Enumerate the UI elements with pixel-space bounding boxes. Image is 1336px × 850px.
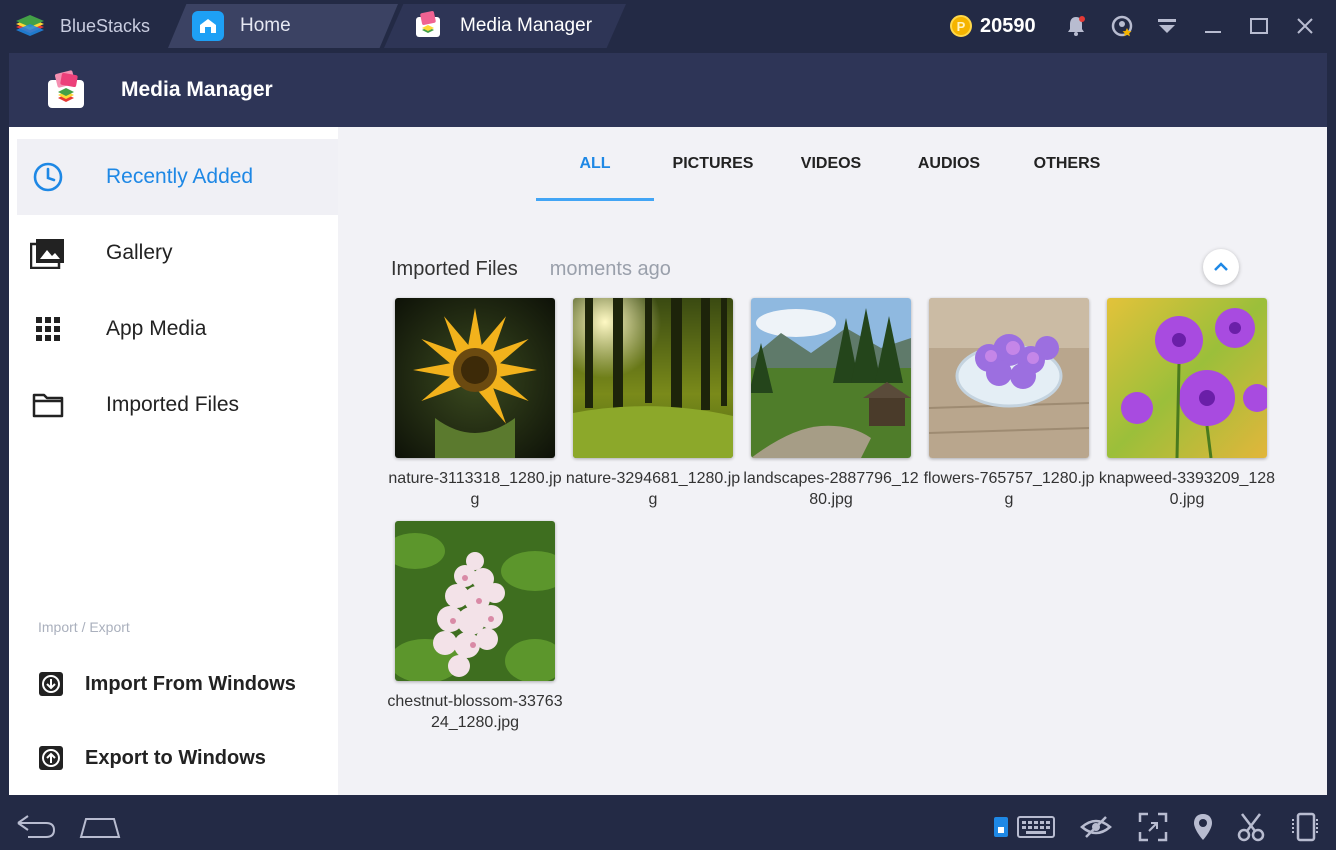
file-thumbnail: [929, 298, 1089, 458]
home-icon: [192, 11, 224, 41]
title-bar: BlueStacks Home Media Manager P 20590: [0, 0, 1336, 52]
tab-others[interactable]: OTHERS: [1008, 127, 1126, 201]
rotate-device-icon[interactable]: [1289, 811, 1321, 843]
tab-media-manager-label: Media Manager: [460, 15, 593, 36]
section-title: Imported Files: [391, 258, 518, 280]
sidebar-item-label: Gallery: [106, 241, 173, 264]
home-nav-icon[interactable]: [78, 811, 122, 843]
folder-icon: [30, 387, 66, 423]
dropdown-menu-icon[interactable]: [1153, 12, 1181, 40]
import-from-windows-button[interactable]: Import From Windows: [37, 664, 296, 704]
file-thumbnail: [573, 298, 733, 458]
media-manager-app: Media Manager Recently Added Gallery App…: [9, 53, 1327, 795]
media-manager-icon: [412, 11, 444, 41]
sidebar-item-label: Imported Files: [106, 393, 240, 416]
minimize-icon[interactable]: [1199, 12, 1227, 40]
media-file-item[interactable]: landscapes-2887796_1280.jpg: [742, 298, 920, 510]
sidebar-item-label: Recently Added: [106, 165, 254, 188]
import-export-label: Import / Export: [38, 619, 130, 635]
media-manager-logo-icon: [48, 70, 84, 108]
tab-home[interactable]: Home: [168, 4, 398, 48]
coin-icon: P: [950, 15, 972, 37]
section-timestamp: moments ago: [549, 258, 671, 280]
file-thumbnail: [395, 521, 555, 681]
app-header: Media Manager: [9, 53, 1327, 127]
collapse-section-button[interactable]: [1203, 249, 1239, 285]
scissors-icon[interactable]: [1235, 811, 1267, 843]
coins-value: 20590: [980, 14, 1036, 37]
tab-all[interactable]: ALL: [536, 127, 654, 201]
media-file-item[interactable]: knapweed-3393209_1280.jpg: [1098, 298, 1276, 510]
sidebar-item-label: App Media: [106, 317, 207, 340]
file-thumbnail: [751, 298, 911, 458]
file-name: landscapes-2887796_1280.jpg: [743, 470, 919, 508]
file-name: knapweed-3393209_1280.jpg: [1098, 470, 1276, 508]
clock-icon: [30, 159, 66, 195]
media-file-item[interactable]: nature-3294681_1280.jpg: [564, 298, 742, 510]
sidebar: Recently Added Gallery App Media Importe…: [9, 127, 338, 795]
imported-files-section-header: Imported Files moments ago: [391, 258, 671, 281]
export-to-windows-button[interactable]: Export to Windows: [37, 738, 266, 778]
sidebar-item-imported-files[interactable]: Imported Files: [17, 367, 338, 443]
location-icon[interactable]: [1187, 811, 1219, 843]
bottom-bar: [0, 803, 1336, 850]
back-icon[interactable]: [14, 811, 58, 843]
media-file-item[interactable]: nature-3113318_1280.jpg: [386, 298, 564, 510]
chevron-up-icon: [1214, 262, 1228, 271]
bluestacks-brand: BlueStacks: [0, 0, 175, 52]
sidebar-item-recently-added[interactable]: Recently Added: [17, 139, 338, 215]
bell-icon[interactable]: [1062, 12, 1090, 40]
import-label: Import From Windows: [85, 672, 296, 695]
sidebar-item-app-media[interactable]: App Media: [17, 291, 338, 367]
file-name: nature-3113318_1280.jpg: [388, 470, 562, 508]
coins-counter[interactable]: P 20590: [950, 12, 1036, 40]
fullscreen-icon[interactable]: [1137, 811, 1169, 843]
export-label: Export to Windows: [85, 746, 266, 769]
close-icon[interactable]: [1291, 12, 1319, 40]
tab-audios[interactable]: AUDIOS: [890, 127, 1008, 201]
media-type-tabs: ALL PICTURES VIDEOS AUDIOS OTHERS: [536, 127, 1126, 201]
export-icon: [39, 746, 63, 770]
gallery-icon: [30, 235, 66, 271]
phone-mode-icon[interactable]: [990, 811, 1012, 843]
eye-hidden-icon[interactable]: [1080, 811, 1112, 843]
tab-home-label: Home: [240, 15, 291, 36]
file-name: nature-3294681_1280.jpg: [565, 470, 741, 508]
tab-pictures[interactable]: PICTURES: [654, 127, 772, 201]
maximize-icon[interactable]: [1245, 12, 1273, 40]
tab-media-manager[interactable]: Media Manager: [384, 4, 626, 48]
tab-videos[interactable]: VIDEOS: [772, 127, 890, 201]
file-name: flowers-765757_1280.jpg: [923, 470, 1095, 508]
account-icon[interactable]: [1108, 12, 1136, 40]
app-title: Media Manager: [121, 78, 273, 101]
brand-label: BlueStacks: [60, 15, 151, 36]
file-name: chestnut-blossom-3376324_1280.jpg: [387, 693, 563, 731]
file-thumbnail: [395, 298, 555, 458]
bluestacks-logo-icon: [16, 15, 44, 36]
sidebar-item-gallery[interactable]: Gallery: [17, 215, 338, 291]
media-file-item[interactable]: chestnut-blossom-3376324_1280.jpg: [386, 521, 564, 733]
file-thumbnail: [1107, 298, 1267, 458]
import-icon: [39, 672, 63, 696]
keyboard-icon[interactable]: [1016, 811, 1056, 843]
media-file-item[interactable]: flowers-765757_1280.jpg: [920, 298, 1098, 510]
grid-icon: [30, 311, 66, 347]
